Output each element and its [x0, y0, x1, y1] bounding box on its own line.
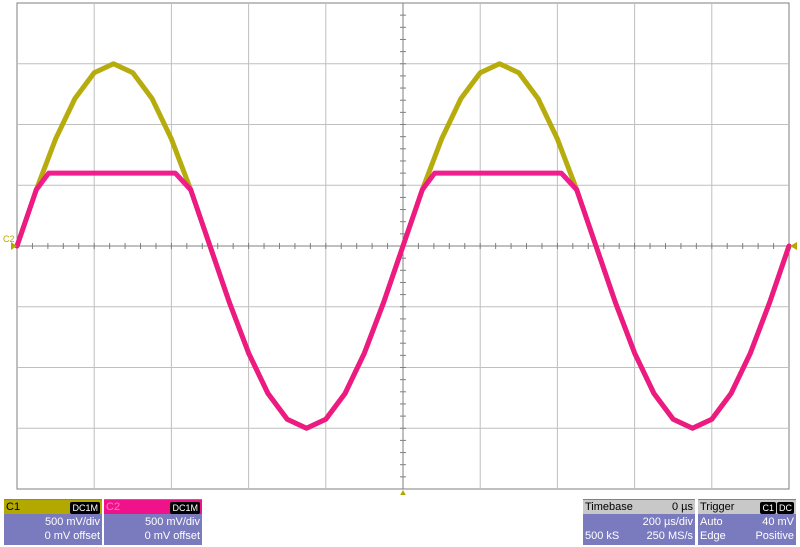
timebase-header: Timebase 0 µs	[583, 500, 695, 514]
timebase-samples: 500 kS	[585, 530, 620, 542]
channel-ground-label: C2	[3, 234, 15, 244]
trigger-position-marker	[400, 490, 406, 495]
trigger-descriptor[interactable]: Trigger C1 DC Auto 40 mV Edge Positive	[698, 499, 796, 545]
trigger-label: Trigger	[700, 501, 735, 513]
channel-2-name: C2	[106, 501, 121, 513]
trigger-source: C1	[760, 502, 776, 514]
channel-2-scale: 500 mV/div	[144, 516, 200, 528]
trigger-type: Edge	[700, 530, 726, 542]
channel-1-scale: 500 mV/div	[44, 516, 100, 528]
timebase-descriptor[interactable]: Timebase 0 µs 200 µs/div 500 kS 250 MS/s	[583, 499, 695, 545]
channel-2-header: C2 DC1M	[104, 500, 202, 514]
trigger-header: Trigger C1 DC	[698, 500, 796, 514]
channel-1-offset: 0 mV offset	[44, 530, 100, 542]
trigger-slope: Positive	[755, 530, 794, 542]
timebase-label: Timebase	[585, 501, 633, 513]
channel-1-header: C1 DC1M	[4, 500, 102, 514]
trigger-level: 40 mV	[762, 516, 794, 528]
trigger-coupling: DC	[777, 502, 794, 514]
timebase-scale: 200 µs/div	[642, 516, 693, 528]
timebase-delay: 0 µs	[671, 501, 693, 513]
timebase-sample-rate: 250 MS/s	[646, 530, 693, 542]
trigger-level-marker	[790, 242, 797, 250]
channel-1-descriptor[interactable]: C1 DC1M 500 mV/div 0 mV offset	[4, 499, 102, 545]
channel-2-descriptor[interactable]: C2 DC1M 500 mV/div 0 mV offset	[104, 499, 202, 545]
channel-1-name: C1	[6, 501, 21, 513]
waveform-display: C2	[3, 2, 797, 495]
channel-2-coupling: DC1M	[170, 502, 200, 514]
trigger-mode: Auto	[700, 516, 723, 528]
channel-2-offset: 0 mV offset	[144, 530, 200, 542]
channel-1-coupling: DC1M	[70, 502, 100, 514]
